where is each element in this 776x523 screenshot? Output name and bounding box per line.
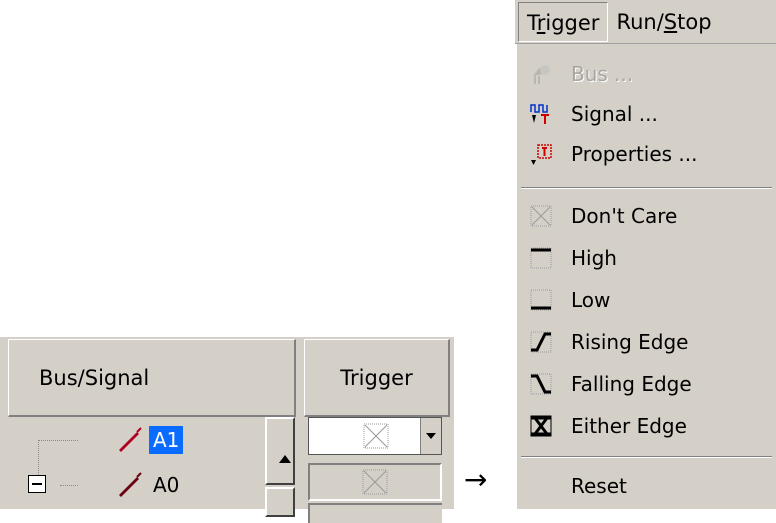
trigger-column-header[interactable]: Trigger: [304, 339, 450, 417]
dont-care-icon: [362, 469, 388, 495]
menu-item-low-label: Low: [571, 288, 611, 312]
menu-item-reset[interactable]: Reset: [517, 466, 776, 506]
menu-item-reset-label: Reset: [571, 474, 627, 498]
menu-item-properties-label: Properties ...: [571, 142, 698, 166]
menu-run-stop-label: top: [677, 9, 712, 34]
signal-tree: A1 A0: [8, 417, 266, 509]
menu-item-dont-care-label: Don't Care: [571, 204, 678, 228]
bus-icon: [533, 65, 550, 84]
bus-signal-column-header[interactable]: Bus/Signal: [8, 339, 296, 417]
collapse-toggle-icon[interactable]: [28, 475, 46, 493]
menu-trigger-label: igger: [545, 10, 600, 35]
chevron-down-icon[interactable]: [420, 418, 441, 454]
menu-item-bus-label: Bus ...: [571, 62, 634, 86]
menu-item-low[interactable]: Low: [517, 280, 776, 320]
menu-item-rising-edge-label: Rising Edge: [571, 330, 689, 354]
dont-care-icon: [530, 205, 552, 227]
menu-item-dont-care[interactable]: Don't Care: [517, 196, 776, 236]
rising-edge-icon: [530, 331, 552, 353]
signal-row-a1[interactable]: A1: [149, 426, 184, 454]
dont-care-icon: [363, 423, 389, 449]
menubar: Trigger Run/Stop: [515, 0, 776, 44]
menu-run-stop-mnemonic: S: [663, 9, 678, 34]
probe-icon: [119, 472, 142, 497]
menu-item-either-edge[interactable]: Either Edge: [517, 406, 776, 446]
properties-icon: [531, 144, 552, 165]
signal-grid-panel: Bus/Signal Trigger A1 A0: [0, 337, 454, 523]
menu-item-either-edge-label: Either Edge: [571, 414, 687, 438]
trigger-cell-a0[interactable]: [308, 463, 442, 501]
menu-item-signal[interactable]: Signal ...: [517, 94, 776, 134]
menu-item-falling-edge[interactable]: Falling Edge: [517, 364, 776, 404]
probe-icon: [119, 427, 142, 452]
trigger-dropdown-menu: Bus ... Signal ... Properties ... Don't …: [515, 44, 776, 509]
menu-item-signal-label: Signal ...: [571, 102, 658, 126]
tree-connector: [60, 485, 78, 486]
high-icon: [530, 247, 552, 269]
trigger-combo-a1[interactable]: [308, 417, 442, 455]
tree-connector: [38, 440, 39, 475]
menu-run-stop[interactable]: Run/Stop: [608, 2, 719, 42]
menu-item-high[interactable]: High: [517, 238, 776, 278]
tree-connector: [38, 440, 78, 441]
menu-run-stop-label: Run/: [616, 9, 664, 34]
signal-icon: [530, 104, 549, 124]
trigger-cell[interactable]: [308, 503, 442, 523]
bus-signal-header-label: Bus/Signal: [39, 365, 150, 390]
scroll-up-icon: [279, 455, 291, 463]
menu-trigger[interactable]: Trigger: [518, 1, 609, 42]
menu-separator: [521, 187, 772, 189]
menu-trigger-label: T: [527, 10, 537, 35]
menu-item-bus[interactable]: Bus ...: [517, 54, 776, 94]
menu-item-falling-edge-label: Falling Edge: [571, 372, 692, 396]
scroll-up-button[interactable]: [265, 417, 295, 485]
menu-item-rising-edge[interactable]: Rising Edge: [517, 322, 776, 362]
falling-edge-icon: [530, 373, 552, 395]
trigger-header-label: Trigger: [340, 365, 413, 390]
either-edge-icon: [530, 415, 552, 437]
signal-row-a0[interactable]: A0: [149, 471, 183, 499]
menu-separator: [521, 456, 772, 458]
scroll-thumb[interactable]: [265, 487, 295, 517]
low-icon: [530, 289, 552, 311]
menu-item-properties[interactable]: Properties ...: [517, 134, 776, 174]
transition-arrow: →: [464, 463, 488, 496]
menu-item-high-label: High: [571, 246, 617, 270]
